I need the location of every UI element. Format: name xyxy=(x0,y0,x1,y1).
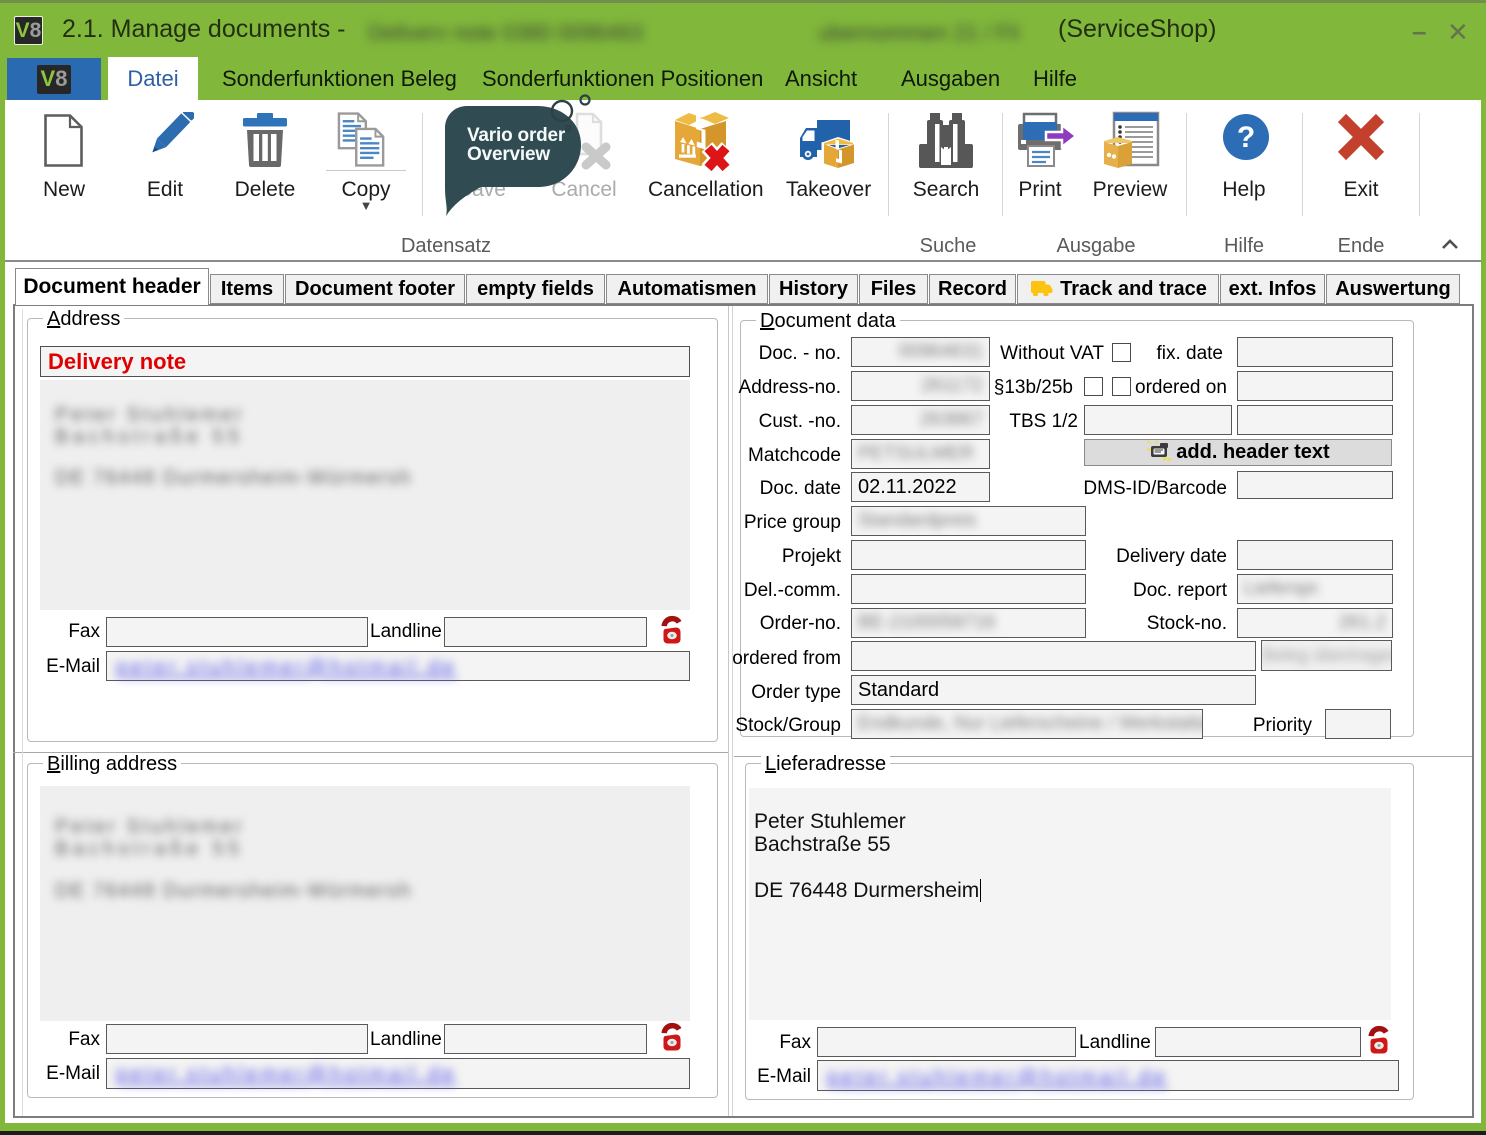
svg-text:?: ? xyxy=(1237,121,1255,154)
